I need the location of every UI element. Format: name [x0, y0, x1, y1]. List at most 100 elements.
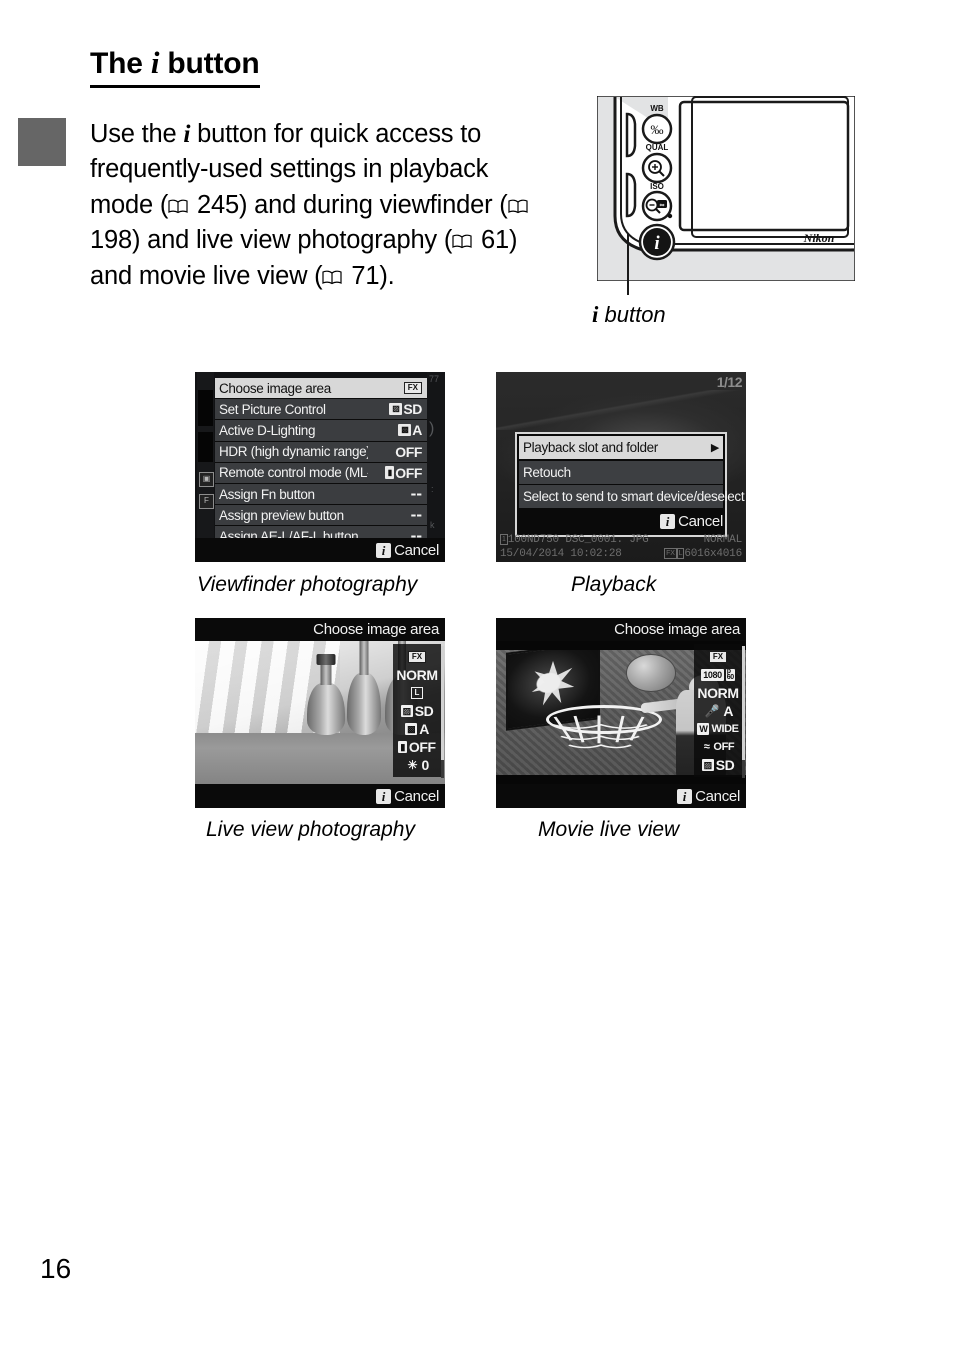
book-reference-icon — [507, 199, 528, 214]
playback-cancel-bar[interactable]: i Cancel — [519, 509, 723, 533]
svg-text:QUAL: QUAL — [646, 143, 669, 152]
image-area-fx[interactable]: FX — [407, 648, 427, 665]
remote-control-icon: ▮ — [398, 740, 407, 753]
viewfinder-menu-value: -- — [368, 484, 427, 504]
page-title-block: The i button — [90, 45, 560, 89]
viewfinder-menu-value: ▮ OFF — [368, 465, 427, 481]
viewfinder-menu-label: Set Picture Control — [219, 401, 326, 417]
chapter-tab-marker — [18, 118, 66, 166]
playback-menu-label: Playback slot and folder — [523, 440, 658, 455]
page-number: 16 — [40, 1253, 72, 1284]
paragraph-text-10: 71). — [344, 261, 395, 290]
frame-counter: 1/12 — [716, 374, 743, 390]
playback-menu-row[interactable]: Playback slot and folder ▶ — [519, 436, 723, 459]
caption-movie-live-view: Movie live view — [538, 818, 680, 841]
live-view-scrollbar-thumb[interactable] — [441, 646, 444, 760]
i-button-callout-label: i button — [592, 302, 666, 328]
frequency-response-icon: W — [697, 722, 710, 735]
movie-scrollbar-thumb[interactable] — [742, 646, 745, 760]
live-view-cancel-bar[interactable]: i Cancel — [195, 784, 445, 808]
viewfinder-menu-value: ▩ A — [368, 422, 427, 438]
viewfinder-menu-label: Assign Fn button — [219, 486, 315, 502]
viewfinder-value-text: OFF — [395, 464, 422, 481]
viewfinder-menu-value: ▨ SD — [368, 401, 427, 417]
sidebar-value: SD — [414, 702, 434, 719]
viewfinder-menu-label: Assign preview button — [219, 507, 344, 523]
monitor-brightness-0[interactable]: ☀ 0 — [405, 756, 429, 773]
page-title: The i button — [90, 45, 260, 89]
movie-live-view-scrollbar[interactable] — [742, 646, 745, 778]
picture-control-sd[interactable]: ▨ SD — [701, 756, 735, 773]
playback-file-info: 1 100ND750 DSC_0001. JPG — [500, 533, 649, 547]
left-strip-block-1 — [198, 390, 213, 426]
playback-menu-row[interactable]: Retouch — [519, 460, 723, 484]
intro-paragraph: Use the i button for quick access to fre… — [90, 116, 552, 295]
sidebar-value: SD — [715, 756, 735, 773]
book-reference-icon — [168, 199, 188, 214]
basketball-net — [552, 715, 648, 749]
submenu-arrow-icon: ▶ — [710, 442, 719, 454]
frame-size-icon: 1080 — [701, 668, 724, 681]
playback-size-info: FX L 6016x4016 — [664, 547, 742, 561]
movie-cancel-bar[interactable]: i Cancel — [496, 784, 746, 808]
svg-text:i: i — [654, 233, 660, 254]
screenshot-playback: 1/12 Playback slot and folder ▶ Retouch Sel… — [496, 372, 746, 562]
viewfinder-value-text: A — [412, 422, 422, 439]
frequency-response-wide[interactable]: W WIDE — [697, 720, 739, 737]
image-area-badge: FX — [664, 548, 677, 559]
i-badge-icon: i — [677, 788, 693, 804]
sidebar-value: A — [419, 720, 429, 737]
playback-menu-row[interactable]: Select to send to smart device/deselect — [519, 485, 745, 508]
viewfinder-menu-row[interactable]: HDR (high dynamic range) OFF — [215, 441, 427, 463]
svg-text:ISO: ISO — [650, 182, 664, 191]
playback-datetime: 15/04/2014 10:02:28 — [500, 547, 622, 561]
viewfinder-menu-value: OFF — [368, 444, 427, 460]
paragraph-text-4: 245) and during viewfinder ( — [190, 190, 508, 219]
picture-control-sd[interactable]: ▨ SD — [400, 702, 434, 719]
playback-dimensions: 6016x4016 — [684, 548, 742, 560]
viewfinder-menu-row[interactable]: Set Picture Control ▨ SD — [215, 399, 427, 421]
bottle-cap — [316, 654, 336, 666]
screenshot-movie-live-view: Choose image area FX 1080 p 60 NORM 🎤 A W WIDE ≈ O… — [496, 618, 746, 808]
playback-filename: DSC_0001. JPG — [565, 534, 649, 546]
viewfinder-menu-row[interactable]: Assign preview button -- — [215, 505, 427, 527]
caption-viewfinder-photography: Viewfinder photography — [197, 573, 418, 596]
remote-mode-off[interactable]: ▮ OFF — [398, 738, 436, 755]
microphone-sensitivity-auto[interactable]: 🎤 A — [703, 702, 734, 719]
image-area-fx[interactable]: FX — [708, 648, 728, 665]
i-badge-icon: i — [660, 513, 676, 529]
image-quality-norm[interactable]: NORM — [396, 666, 438, 683]
movie-settings-sidebar: FX 1080 p 60 NORM 🎤 A W WIDE ≈ OFF ▨ SD — [694, 644, 742, 777]
viewfinder-menu-row[interactable]: Choose image area FX — [215, 378, 427, 400]
viewfinder-menu-value: FX — [368, 382, 427, 395]
frame-size-1080p60[interactable]: 1080 p 60 — [701, 666, 735, 683]
active-d-lighting-icon: ▩ — [398, 424, 412, 437]
image-size-large[interactable]: L — [410, 684, 424, 701]
active-d-lighting-auto[interactable]: ▩ A — [405, 720, 429, 737]
svg-text:‰: ‰ — [651, 122, 664, 137]
viewfinder-left-icon-strip: ▣ F — [197, 372, 214, 562]
backboard-graphic — [531, 660, 575, 706]
remote-control-icon: ▮ — [385, 466, 395, 480]
live-view-scrollbar[interactable] — [441, 646, 444, 778]
viewfinder-menu-label: Active D-Lighting — [219, 422, 316, 438]
camera-illustration: WB ‰ QUAL ISO ∞ i Nikon — [597, 96, 855, 281]
image-area-fx-badge: FX — [403, 382, 422, 395]
movie-live-view-header: Choose image area — [496, 618, 746, 641]
viewfinder-settings-menu: Choose image area FX Set Picture Control ▨ S… — [215, 378, 427, 548]
viewfinder-value-text: SD — [403, 401, 422, 418]
book-reference-icon — [452, 234, 472, 249]
viewfinder-menu-row[interactable]: Active D-Lighting ▩ A — [215, 420, 427, 442]
left-strip-block-2 — [198, 432, 213, 462]
caption-playback: Playback — [571, 573, 657, 596]
viewfinder-menu-row[interactable]: Assign Fn button -- — [215, 483, 427, 506]
wind-noise-reduction-off[interactable]: ≈ OFF — [702, 738, 735, 755]
viewfinder-menu-row[interactable]: Remote control mode (ML-L3)▮OFF — [215, 462, 427, 484]
movie-cancel-label: Cancel — [695, 787, 740, 805]
movie-quality-norm[interactable]: NORM — [697, 684, 739, 701]
viewfinder-menu-label: Remote control mode (ML-L3) — [219, 465, 368, 481]
i-badge-icon: i — [376, 788, 392, 804]
viewfinder-cancel-bar[interactable]: i Cancel — [195, 538, 445, 562]
right-strip-mark-2: ) — [429, 420, 435, 437]
playback-menu-label: Retouch — [523, 464, 571, 480]
